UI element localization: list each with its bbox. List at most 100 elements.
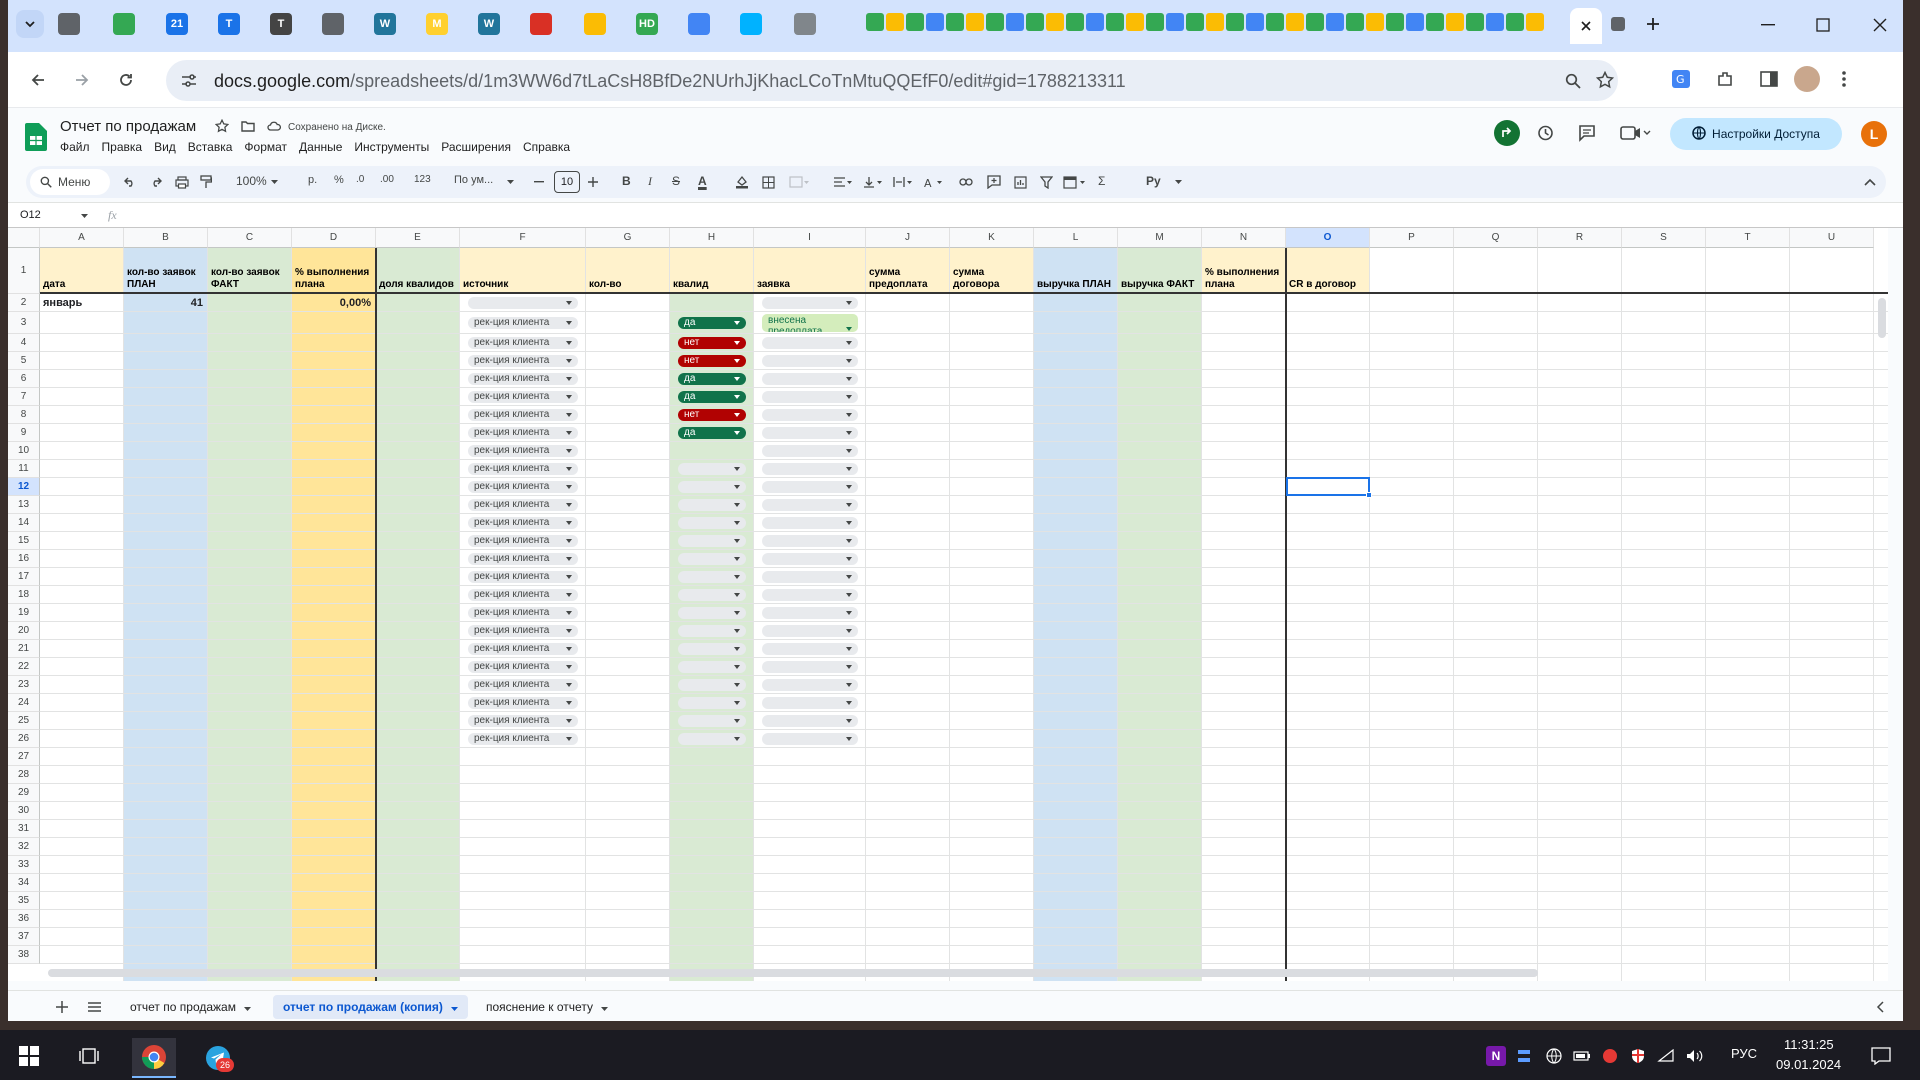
pinned-tab-icon[interactable]: [1066, 13, 1084, 31]
cell-D2[interactable]: 0,00%: [295, 297, 371, 309]
wordpress-icon-2[interactable]: W: [478, 13, 500, 35]
dropdown-chip[interactable]: [678, 697, 746, 709]
chevron-down-icon[interactable]: [566, 665, 572, 669]
site-info-icon[interactable]: [178, 70, 200, 92]
active-tab[interactable]: [1570, 8, 1602, 44]
row-header[interactable]: 30: [8, 802, 40, 820]
menu-2[interactable]: Правка: [102, 140, 143, 154]
chevron-down-icon[interactable]: [566, 575, 572, 579]
select-all-corner[interactable]: [8, 228, 40, 248]
chevron-down-icon[interactable]: [846, 327, 852, 331]
sheets-logo-icon[interactable]: [24, 122, 48, 152]
column-header-H[interactable]: H: [670, 228, 754, 248]
printer-icon[interactable]: [794, 13, 816, 35]
dropdown-chip[interactable]: [678, 535, 746, 547]
chevron-down-icon[interactable]: [846, 467, 852, 471]
chevron-down-icon[interactable]: [734, 503, 740, 507]
notifications-icon[interactable]: [1868, 1044, 1894, 1068]
globe-icon[interactable]: [322, 13, 344, 35]
pinned-tab-icon[interactable]: [1366, 13, 1384, 31]
row-header[interactable]: 3: [8, 312, 40, 334]
row-header[interactable]: 17: [8, 568, 40, 586]
dropdown-chip[interactable]: рек-ция клиента: [468, 625, 578, 637]
dropdown-chip[interactable]: рек-ция клиента: [468, 715, 578, 727]
row-header[interactable]: 29: [8, 784, 40, 802]
dropdown-chip[interactable]: [762, 409, 858, 421]
dropdown-chip[interactable]: рек-ция клиента: [468, 517, 578, 529]
language-indicator[interactable]: РУС: [1731, 1046, 1757, 1061]
translate-icon[interactable]: G: [1668, 66, 1694, 92]
chevron-down-icon[interactable]: [734, 647, 740, 651]
chevron-down-icon[interactable]: [734, 719, 740, 723]
pinned-tab-icon[interactable]: [1306, 13, 1324, 31]
row-header[interactable]: 33: [8, 856, 40, 874]
row-header[interactable]: 28: [8, 766, 40, 784]
dropdown-chip[interactable]: [762, 481, 858, 493]
dropdown-chip[interactable]: рек-ция клиента: [468, 499, 578, 511]
dropdown-chip[interactable]: нет: [678, 355, 746, 367]
pinned-tab-icon[interactable]: [946, 13, 964, 31]
pinned-tab-icon[interactable]: [1286, 13, 1304, 31]
spreadsheet-grid[interactable]: дата кол-во заявок ПЛАН кол-во заявок ФАКТ…: [8, 228, 1888, 981]
header-N[interactable]: % выполнения плана: [1202, 248, 1285, 293]
minimize-icon[interactable]: [1753, 12, 1783, 38]
row-header[interactable]: 5: [8, 352, 40, 370]
row-header[interactable]: 1: [8, 248, 40, 294]
row-header[interactable]: 14: [8, 514, 40, 532]
dropdown-chip[interactable]: да: [678, 391, 746, 403]
pinned-tab-icon[interactable]: [906, 13, 924, 31]
dropdown-chip[interactable]: рек-ция клиента: [468, 733, 578, 745]
chevron-down-icon[interactable]: [846, 377, 852, 381]
row-header[interactable]: 32: [8, 838, 40, 856]
dropdown-chip[interactable]: [678, 679, 746, 691]
onenote-tray-icon[interactable]: N: [1486, 1046, 1506, 1066]
selected-cell[interactable]: [1286, 477, 1370, 496]
chevron-down-icon[interactable]: [846, 683, 852, 687]
scroll-tabs-left-icon[interactable]: [1872, 999, 1888, 1015]
chevron-down-icon[interactable]: [566, 737, 572, 741]
borders-icon[interactable]: [760, 174, 776, 190]
row-header[interactable]: 21: [8, 640, 40, 658]
decrease-decimal-button[interactable]: .0: [356, 174, 364, 185]
tab-search-icon[interactable]: [16, 10, 44, 38]
chrome-taskbar-icon[interactable]: [132, 1038, 176, 1078]
dropdown-chip[interactable]: [762, 715, 858, 727]
pinned-tab-icon[interactable]: [1026, 13, 1044, 31]
pinned-tab-icon[interactable]: [1146, 13, 1164, 31]
dropdown-chip[interactable]: [762, 643, 858, 655]
row-header[interactable]: 36: [8, 910, 40, 928]
chevron-down-icon[interactable]: [566, 683, 572, 687]
dropdown-chip[interactable]: да: [678, 317, 746, 329]
chevron-down-icon[interactable]: [846, 431, 852, 435]
multicolor-icon[interactable]: [688, 13, 710, 35]
dropdown-chip[interactable]: [762, 445, 858, 457]
clock-time[interactable]: 11:31:25: [1784, 1037, 1834, 1052]
row-header[interactable]: 24: [8, 694, 40, 712]
move-folder-icon[interactable]: [240, 118, 256, 134]
wrap-icon[interactable]: [892, 174, 914, 190]
row-header[interactable]: 15: [8, 532, 40, 550]
header-H[interactable]: квалид: [670, 248, 753, 293]
input-tools-button[interactable]: Ру: [1146, 174, 1161, 188]
column-header-A[interactable]: A: [40, 228, 124, 248]
filter-icon[interactable]: [1038, 174, 1054, 190]
menu-6[interactable]: Данные: [299, 140, 342, 154]
dropdown-chip-prepaid[interactable]: внесена предоплата: [762, 314, 858, 332]
chevron-down-icon[interactable]: [846, 629, 852, 633]
undo-icon[interactable]: [122, 174, 138, 190]
header-A[interactable]: дата: [40, 248, 123, 293]
row-header[interactable]: 6: [8, 370, 40, 388]
chevron-down-icon[interactable]: [566, 701, 572, 705]
maximize-icon[interactable]: [1808, 12, 1838, 38]
column-header-C[interactable]: C: [208, 228, 292, 248]
pinned-tab-icon[interactable]: [1466, 13, 1484, 31]
column-header-F[interactable]: F: [460, 228, 586, 248]
dropdown-chip[interactable]: рек-ция клиента: [468, 481, 578, 493]
dropdown-chip[interactable]: [678, 643, 746, 655]
chevron-down-icon[interactable]: [734, 683, 740, 687]
column-header-N[interactable]: N: [1202, 228, 1286, 248]
meet-present-icon[interactable]: [1494, 120, 1520, 146]
chevron-down-icon[interactable]: [734, 665, 740, 669]
row-header[interactable]: 31: [8, 820, 40, 838]
dropdown-chip[interactable]: [762, 571, 858, 583]
